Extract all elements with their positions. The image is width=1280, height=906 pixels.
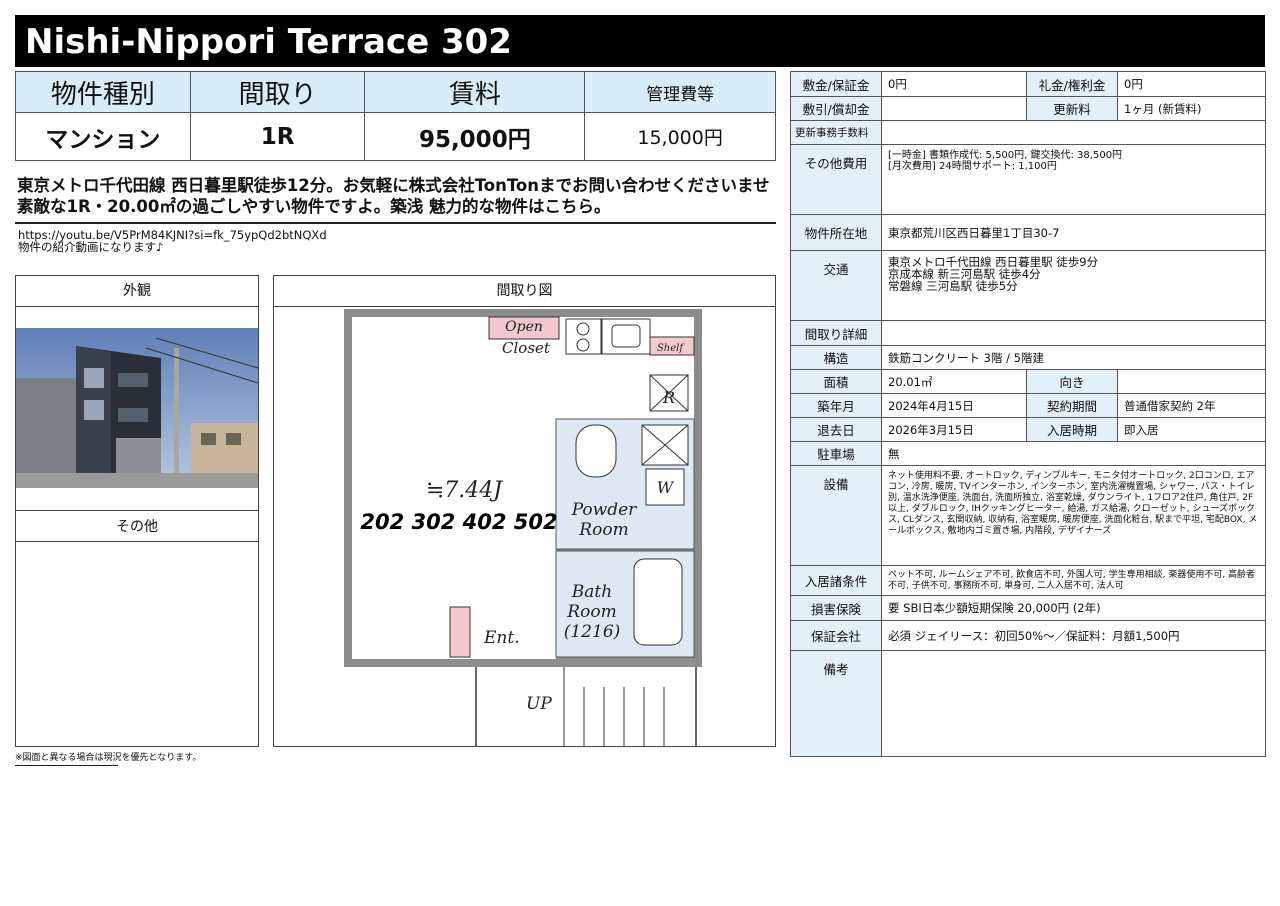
built-label: 築年月 <box>790 393 882 418</box>
move-in-label: 入居時期 <box>1026 417 1118 442</box>
area-value: 20.01㎡ <box>881 369 1027 394</box>
transport-value: 東京メトロ千代田線 西日暮里駅 徒歩9分 京成本線 新三河島駅 徒歩4分 常磐線… <box>881 250 1266 321</box>
floorplan-room-numbers: 202 302 402 502 <box>360 510 557 534</box>
summary-table: 物件種別 間取り 賃料 管理費等 マンション 1R 95,000円 15,000… <box>15 71 776 161</box>
other-costs-value: [一時金] 書類作成代: 5,500円, 鍵交換代: 38,500円 [月次費用… <box>881 144 1266 215</box>
floorplan-closet-label-2: Closet <box>502 339 551 357</box>
parking-label: 駐車場 <box>790 441 882 466</box>
divider <box>15 222 776 224</box>
renewal-value: 1ヶ月 (新賃料) <box>1117 96 1266 121</box>
deposit-label: 敷金/保証金 <box>790 71 882 97</box>
summary-header-rent: 賃料 <box>364 71 586 113</box>
footnote-divider <box>15 765 118 766</box>
video-note: 物件の紹介動画になります♪ <box>18 240 164 254</box>
exterior-photo <box>16 328 258 488</box>
structure-label: 構造 <box>790 345 882 370</box>
floorplan-r-label: R <box>662 388 675 407</box>
floorplan-bath-label-2: Room <box>566 602 616 622</box>
layout-detail-value <box>881 320 1266 346</box>
floorplan-w-label: W <box>657 478 675 497</box>
summary-value-layout: 1R <box>189 112 366 161</box>
renewal-fee-value <box>881 120 1266 145</box>
property-description: 東京メトロ千代田線 西日暮里駅徒歩12分。お気軽に株式会社TonTonまでお問い… <box>17 176 770 216</box>
vacate-label: 退去日 <box>790 417 882 442</box>
summary-header-layout: 間取り <box>189 71 366 113</box>
key-money-label: 礼金/権利金 <box>1026 71 1118 97</box>
move-in-value: 即入居 <box>1117 417 1266 442</box>
deduction-value <box>881 96 1027 121</box>
floorplan-panel: 間取り図 Open Closet Shelf R W Powder Room B… <box>273 275 776 747</box>
direction-label: 向き <box>1026 369 1118 394</box>
facilities-label: 設備 <box>790 465 882 566</box>
summary-value-management: 15,000円 <box>584 112 776 161</box>
contract-label: 契約期間 <box>1026 393 1118 418</box>
floorplan-up-label: UP <box>526 694 552 714</box>
floorplan-heading: 間取り図 <box>274 276 775 307</box>
address-label: 物件所在地 <box>790 214 882 251</box>
floorplan-powder-label-2: Room <box>578 520 628 540</box>
property-title: Nishi-Nippori Terrace 302 <box>15 15 1265 67</box>
guarantor-value: 必須 ジェイリース：初回50%～／保証料：月額1,500円 <box>881 620 1266 651</box>
area-label: 面積 <box>790 369 882 394</box>
conditions-label: 入居諸条件 <box>790 565 882 596</box>
floorplan-closet-label-1: Open <box>505 319 543 335</box>
other-heading: その他 <box>16 510 258 542</box>
insurance-value: 要 SBI日本少額短期保険 20,000円 (2年) <box>881 595 1266 621</box>
direction-value <box>1117 369 1266 394</box>
layout-detail-label: 間取り詳細 <box>790 320 882 346</box>
floorplan-bath-label-1: Bath <box>571 582 612 602</box>
built-value: 2024年4月15日 <box>881 393 1027 418</box>
transport-label: 交通 <box>790 250 882 321</box>
summary-header-management: 管理費等 <box>584 71 776 113</box>
summary-header-type: 物件種別 <box>15 71 191 113</box>
deposit-value: 0円 <box>881 71 1027 97</box>
other-costs-label: その他費用 <box>790 144 882 215</box>
parking-value: 無 <box>881 441 1266 466</box>
exterior-heading: 外観 <box>16 276 258 307</box>
insurance-label: 損害保険 <box>790 595 882 621</box>
summary-value-rent: 95,000円 <box>364 112 586 161</box>
address-value: 東京都荒川区西日暮里1丁目30-7 <box>881 214 1266 251</box>
summary-value-type: マンション <box>15 112 191 161</box>
vacate-value: 2026年3月15日 <box>881 417 1027 442</box>
conditions-value: ペット不可, ルームシェア不可, 飲食店不可, 外国人可, 学生専用相談, 楽器… <box>881 565 1266 596</box>
floorplan-room-size: ≒7.44J <box>426 478 503 503</box>
footnote: ※図面と異なる場合は現況を優先となります。 <box>15 753 202 763</box>
transport-line: 常磐線 三河島駅 徒歩5分 <box>888 279 1018 293</box>
deduction-label: 敷引/償却金 <box>790 96 882 121</box>
exterior-panel: 外観 その他 <box>15 275 259 747</box>
other-costs-line: [一時金] 書類作成代: 5,500円, 鍵交換代: 38,500円 <box>888 150 1123 161</box>
renewal-label: 更新料 <box>1026 96 1118 121</box>
structure-value: 鉄筋コンクリート 3階 / 5階建 <box>881 345 1266 370</box>
key-money-value: 0円 <box>1117 71 1266 97</box>
remarks-value <box>881 650 1266 757</box>
renewal-fee-label: 更新事務手数料 <box>790 120 882 145</box>
floorplan-powder-label-1: Powder <box>571 500 637 520</box>
details-table: 敷金/保証金 0円 礼金/権利金 0円 敷引/償却金 更新料 1ヶ月 (新賃料)… <box>790 71 1266 757</box>
floorplan-shelf-label: Shelf <box>657 343 685 354</box>
floorplan-drawing: Open Closet Shelf R W Powder Room Bath R… <box>344 309 702 746</box>
floorplan-entrance-label: Ent. <box>483 628 520 648</box>
contract-value: 普通借家契約 2年 <box>1117 393 1266 418</box>
floorplan-bath-label-3: (1216) <box>564 622 621 642</box>
other-costs-line: [月次費用] 24時間サポート: 1,100円 <box>888 161 1057 172</box>
remarks-label: 備考 <box>790 650 882 757</box>
guarantor-label: 保証会社 <box>790 620 882 651</box>
facilities-value: ネット使用料不要, オートロック, ディンプルキー, モニタ付オートロック, 2… <box>881 465 1266 566</box>
